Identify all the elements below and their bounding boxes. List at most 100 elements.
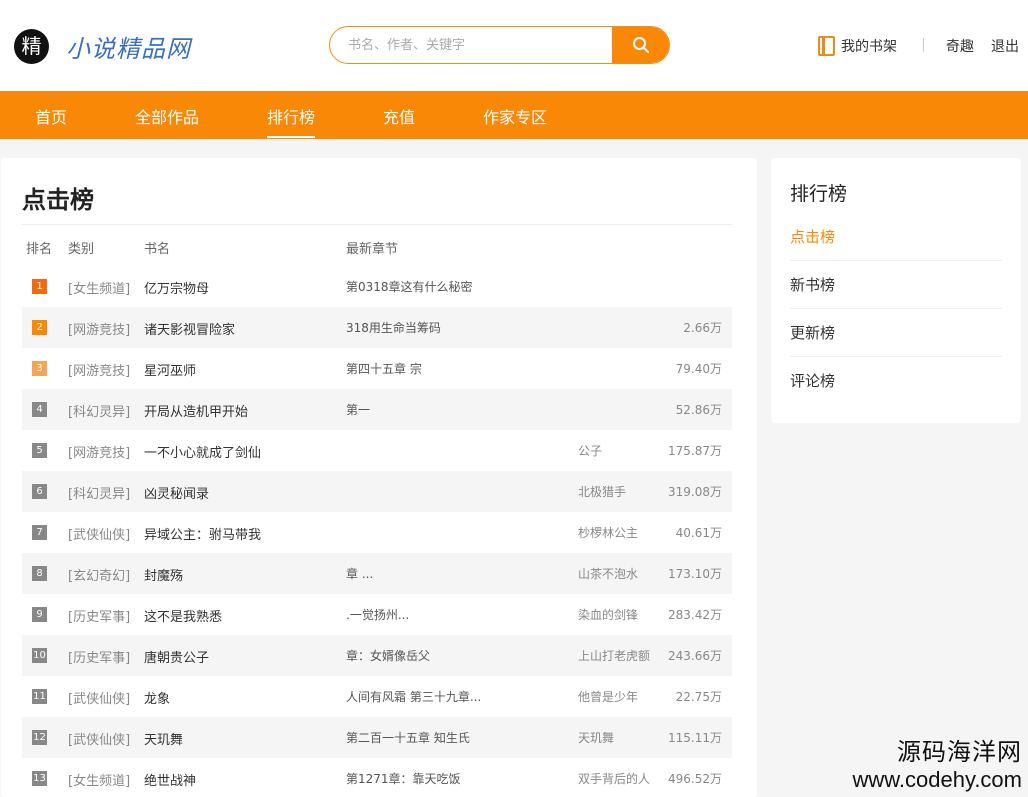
- book-category[interactable]: [武侠仙侠]: [68, 729, 130, 748]
- rank-badge: 3: [32, 361, 47, 376]
- ranking-sidebar: 排行榜 点击榜 新书榜 更新榜 评论榜: [771, 158, 1021, 423]
- latest-chapter-link[interactable]: 第二百一十五章 知生氏: [346, 729, 546, 746]
- ranking-table-body: 1 [女生频道] 亿万宗物母 第0318章这有什么秘密 2 [网游竞技] 诸天影视冒险家 31…: [22, 266, 732, 797]
- click-count: 115.11万: [668, 731, 722, 745]
- book-title-link[interactable]: 绝世战神: [144, 770, 314, 789]
- book-category[interactable]: [科幻灵异]: [68, 483, 130, 502]
- book-author: 染血的剑锋: [578, 608, 639, 622]
- book-category[interactable]: [历史军事]: [68, 647, 130, 666]
- book-title-link[interactable]: 亿万宗物母: [144, 278, 314, 297]
- latest-chapter-link[interactable]: 318用生命当筹码: [346, 319, 546, 336]
- table-row: 11 [武侠仙侠] 龙象 人间有风霜 第三十九章... 他曾是少年 22.75万: [22, 676, 732, 717]
- watermark-title: 源码海洋网: [897, 738, 1022, 766]
- bookshelf-icon: [818, 36, 835, 56]
- latest-chapter-link[interactable]: 章 ...: [346, 565, 546, 582]
- book-author: 天玑舞: [578, 731, 615, 745]
- book-category[interactable]: [女生频道]: [68, 770, 130, 789]
- book-title-link[interactable]: 凶灵秘闻录: [144, 483, 314, 502]
- book-title-link[interactable]: 封魔殇: [144, 565, 314, 584]
- book-title-link[interactable]: 异域公主：驸马带我: [144, 524, 314, 543]
- ranking-panel: 点击榜 排名 类别 书名 最新章节 1 [女生频道] 亿万宗物母 第0318章这有什么…: [1, 158, 757, 797]
- latest-chapter-link[interactable]: 第0318章这有什么秘密: [346, 278, 546, 295]
- book-author: 双手背后的人: [578, 772, 651, 786]
- bookshelf-link[interactable]: 我的书架: [818, 36, 897, 56]
- site-header: 精 小说精品网 我的书架 奇趣 退出: [0, 0, 1028, 91]
- latest-chapter-link[interactable]: 第一: [346, 401, 546, 418]
- nav-home[interactable]: 首页: [35, 104, 67, 128]
- book-title-link[interactable]: 天玑舞: [144, 729, 314, 748]
- rank-badge: 1: [32, 279, 47, 294]
- watermark-url: www.codehy.com: [852, 767, 1022, 792]
- book-title-link[interactable]: 一不小心就成了剑仙: [144, 442, 314, 461]
- site-logo-text[interactable]: 小说精品网: [66, 29, 191, 64]
- click-count: 79.40万: [675, 362, 722, 376]
- sidebar-item-updates[interactable]: 更新榜: [790, 309, 1002, 357]
- book-category[interactable]: [科幻灵异]: [68, 401, 130, 420]
- sidebar-item-new-books[interactable]: 新书榜: [790, 261, 1002, 309]
- latest-chapter-link[interactable]: 第1271章：靠天吃饭: [346, 770, 546, 787]
- click-count: 496.52万: [668, 772, 722, 786]
- click-count: 40.61万: [675, 526, 722, 540]
- logout-link[interactable]: 退出: [991, 36, 1019, 56]
- book-category[interactable]: [女生频道]: [68, 278, 130, 297]
- table-header: 排名 类别 书名 最新章节: [22, 224, 732, 266]
- latest-chapter-link[interactable]: 章：女婿像岳父: [346, 647, 546, 664]
- book-category[interactable]: [网游竞技]: [68, 360, 130, 379]
- click-count: 243.66万: [668, 649, 722, 663]
- book-title-link[interactable]: 星河巫师: [144, 360, 314, 379]
- table-row: 5 [网游竞技] 一不小心就成了剑仙 公子 175.87万: [22, 430, 732, 471]
- table-row: 6 [科幻灵异] 凶灵秘闻录 北极猎手 319.08万: [22, 471, 732, 512]
- rank-badge: 7: [32, 525, 47, 540]
- sidebar-item-click-rank[interactable]: 点击榜: [790, 213, 1002, 261]
- book-title-link[interactable]: 诸天影视冒险家: [144, 319, 314, 338]
- book-category[interactable]: [武侠仙侠]: [68, 524, 130, 543]
- main-nav: 首页 全部作品 排行榜 充值 作家专区: [0, 91, 1028, 139]
- book-category[interactable]: [历史军事]: [68, 606, 130, 625]
- col-category-header: 类别: [68, 242, 95, 257]
- book-title-link[interactable]: 唐朝贵公子: [144, 647, 314, 666]
- rank-badge: 9: [32, 607, 47, 622]
- book-author: 他曾是少年: [578, 690, 639, 704]
- book-author: 公子: [578, 444, 603, 458]
- rank-badge: 8: [32, 566, 47, 581]
- rank-badge: 4: [32, 402, 47, 417]
- rank-badge: 11: [32, 689, 47, 704]
- col-chapter-header: 最新章节: [346, 242, 399, 257]
- nav-rankings[interactable]: 排行榜: [267, 104, 316, 138]
- book-title-link[interactable]: 龙象: [144, 688, 314, 707]
- book-title-link[interactable]: 开局从造机甲开始: [144, 401, 314, 420]
- click-count: 2.66万: [683, 321, 722, 335]
- col-rank-header: 排名: [26, 242, 53, 257]
- table-row: 12 [武侠仙侠] 天玑舞 第二百一十五章 知生氏 天玑舞 115.11万: [22, 717, 732, 758]
- rank-badge: 10: [32, 648, 47, 663]
- rank-badge: 2: [32, 320, 47, 335]
- nav-all-works[interactable]: 全部作品: [135, 104, 199, 128]
- book-category[interactable]: [武侠仙侠]: [68, 688, 130, 707]
- latest-chapter-link[interactable]: 第四十五章 宗: [346, 360, 546, 377]
- header-divider: [923, 38, 924, 52]
- table-row: 1 [女生频道] 亿万宗物母 第0318章这有什么秘密: [22, 266, 732, 307]
- book-author: 上山打老虎额: [578, 649, 651, 663]
- nav-recharge[interactable]: 充值: [383, 104, 415, 128]
- nav-author-zone[interactable]: 作家专区: [483, 104, 547, 128]
- book-category[interactable]: [网游竞技]: [68, 319, 130, 338]
- book-category[interactable]: [网游竞技]: [68, 442, 130, 461]
- logo-icon[interactable]: 精: [14, 29, 49, 64]
- search-box: [329, 26, 670, 64]
- col-name-header: 书名: [144, 242, 171, 257]
- latest-chapter-link[interactable]: .一觉扬州...: [346, 606, 546, 623]
- table-row: 2 [网游竞技] 诸天影视冒险家 318用生命当筹码 2.66万: [22, 307, 732, 348]
- book-author: 北极猎手: [578, 485, 627, 499]
- click-count: 22.75万: [675, 690, 722, 704]
- table-row: 10 [历史军事] 唐朝贵公子 章：女婿像岳父 上山打老虎额 243.66万: [22, 635, 732, 676]
- table-row: 13 [女生频道] 绝世战神 第1271章：靠天吃饭 双手背后的人 496.52万: [22, 758, 732, 797]
- table-row: 8 [玄幻奇幻] 封魔殇 章 ... 山茶不泡水 173.10万: [22, 553, 732, 594]
- username-link[interactable]: 奇趣: [946, 36, 974, 56]
- search-input[interactable]: [330, 27, 613, 63]
- book-title-link[interactable]: 这不是我熟悉: [144, 606, 314, 625]
- search-button[interactable]: [612, 27, 669, 63]
- sidebar-item-comments[interactable]: 评论榜: [790, 357, 1002, 405]
- book-category[interactable]: [玄幻奇幻]: [68, 565, 130, 584]
- click-count: 319.08万: [668, 485, 722, 499]
- latest-chapter-link[interactable]: 人间有风霜 第三十九章...: [346, 688, 546, 705]
